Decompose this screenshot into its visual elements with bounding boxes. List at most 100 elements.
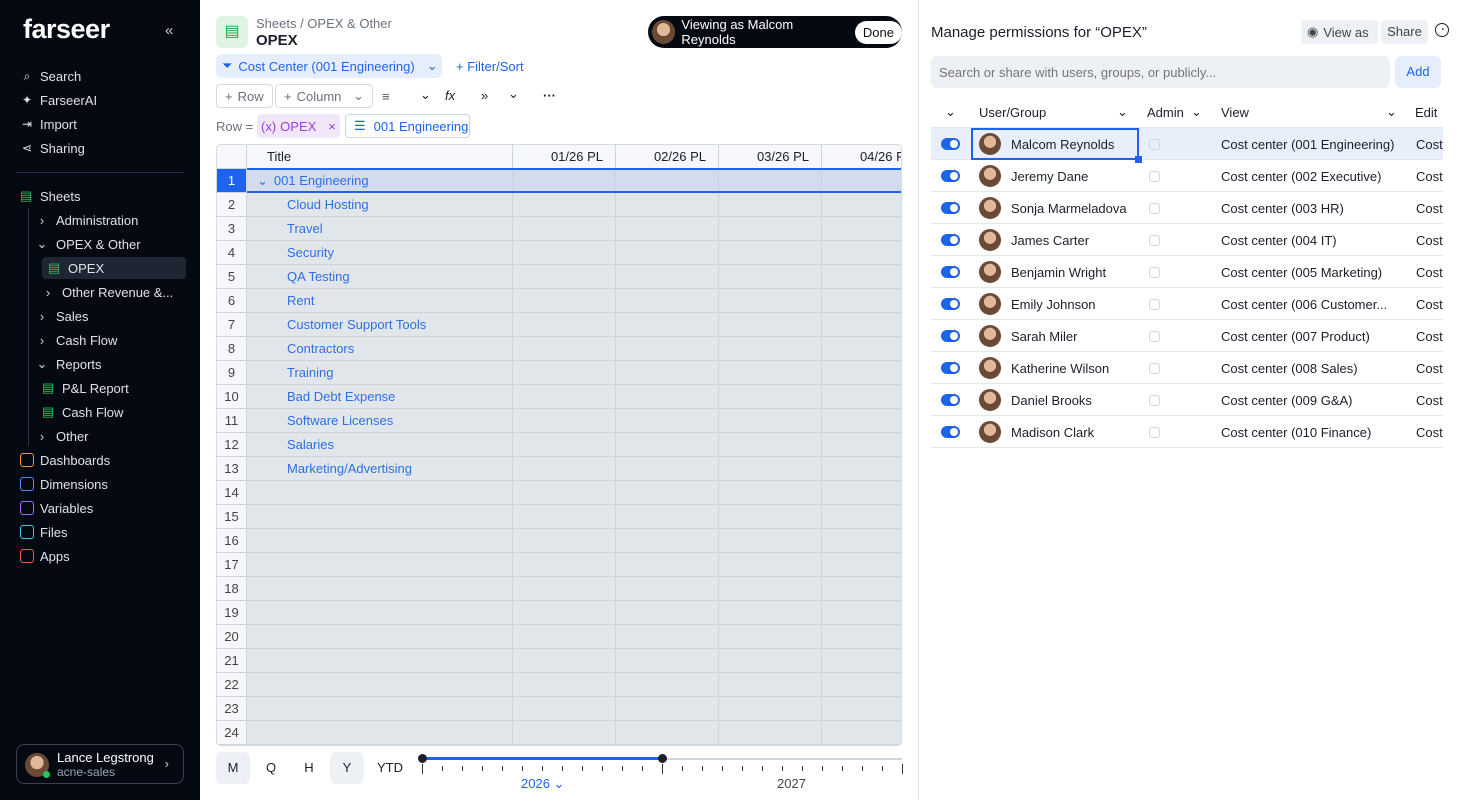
view-permission[interactable]: Cost center (004 IT) (1221, 233, 1337, 248)
value-cell[interactable] (616, 313, 719, 337)
expand-down-icon[interactable]: ⌄ (508, 86, 519, 102)
title-cell[interactable]: Software Licenses (247, 409, 513, 433)
value-cell[interactable] (822, 433, 901, 457)
column-header-user[interactable]: User/Group (979, 105, 1046, 120)
value-cell[interactable] (822, 193, 901, 217)
value-cell[interactable] (719, 193, 822, 217)
table-row[interactable]: 22 (217, 673, 901, 697)
value-cell[interactable] (513, 433, 616, 457)
value-cell[interactable] (719, 721, 822, 745)
title-cell[interactable]: Customer Support Tools (247, 313, 513, 337)
tree-item[interactable]: ▤ OPEX (42, 257, 186, 279)
table-row[interactable]: 6 Rent (217, 289, 901, 313)
value-cell[interactable] (513, 625, 616, 649)
tree-item[interactable]: › Other (36, 425, 89, 447)
range-end-handle[interactable] (658, 754, 667, 763)
title-cell[interactable] (247, 673, 513, 697)
title-cell[interactable] (247, 481, 513, 505)
value-cell[interactable] (719, 625, 822, 649)
value-cell[interactable] (616, 673, 719, 697)
enabled-toggle[interactable] (941, 394, 960, 406)
value-cell[interactable] (616, 697, 719, 721)
value-cell[interactable] (616, 289, 719, 313)
value-cell[interactable] (719, 529, 822, 553)
value-cell[interactable] (719, 337, 822, 361)
permission-row[interactable]: Malcom Reynolds Cost center (001 Engineer… (931, 128, 1443, 163)
admin-checkbox[interactable] (1149, 395, 1160, 406)
chevron-down-icon[interactable]: ⌄ (1117, 104, 1128, 120)
permission-row[interactable]: Sonja Marmeladova Cost center (003 HR) Cos… (931, 192, 1443, 224)
remove-icon[interactable]: × (328, 119, 336, 134)
column-header[interactable]: 03/26 PL (719, 145, 822, 169)
title-cell[interactable] (247, 625, 513, 649)
table-row[interactable]: 10 Bad Debt Expense (217, 385, 901, 409)
more-button[interactable]: ··· (543, 88, 556, 103)
value-cell[interactable] (513, 409, 616, 433)
share-search-input[interactable] (931, 56, 1390, 88)
done-button[interactable]: Done (854, 20, 902, 44)
year-2026-select[interactable]: 2026 ⌄ (521, 776, 564, 792)
title-cell[interactable] (247, 505, 513, 529)
title-cell[interactable] (247, 553, 513, 577)
permission-row[interactable]: Katherine Wilson Cost center (008 Sales) C… (931, 352, 1443, 384)
value-cell[interactable] (616, 553, 719, 577)
table-row[interactable]: 21 (217, 649, 901, 673)
value-cell[interactable] (513, 193, 616, 217)
edit-permission[interactable]: Cost (1416, 329, 1443, 344)
title-cell[interactable] (247, 529, 513, 553)
chevron-down-icon[interactable]: ⌄ (1386, 104, 1397, 120)
period-q-button[interactable]: Q (254, 752, 288, 784)
value-cell[interactable] (616, 241, 719, 265)
admin-checkbox[interactable] (1149, 203, 1160, 214)
column-header[interactable]: 02/26 PL (616, 145, 719, 169)
sidebar-item-dimensions[interactable]: Dimensions (20, 474, 108, 494)
value-cell[interactable] (616, 337, 719, 361)
title-cell[interactable]: Rent (247, 289, 513, 313)
edit-permission[interactable]: Cost (1416, 297, 1443, 312)
value-cell[interactable] (822, 505, 901, 529)
tree-item[interactable]: ▤ Sheets (20, 185, 80, 207)
row-number[interactable]: 11 (217, 409, 247, 433)
variable-chip-opex[interactable]: (x) OPEX × (257, 114, 340, 138)
value-cell[interactable] (719, 313, 822, 337)
value-cell[interactable] (513, 721, 616, 745)
edit-permission[interactable]: Cost (1416, 265, 1443, 280)
row-number[interactable]: 5 (217, 265, 247, 289)
value-cell[interactable] (822, 577, 901, 601)
value-cell[interactable] (616, 529, 719, 553)
value-cell[interactable] (719, 649, 822, 673)
value-cell[interactable] (616, 457, 719, 481)
value-cell[interactable] (719, 433, 822, 457)
tree-item[interactable]: › Sales (36, 305, 89, 327)
admin-checkbox[interactable] (1149, 267, 1160, 278)
row-number[interactable]: 22 (217, 673, 247, 697)
title-cell[interactable]: Contractors (247, 337, 513, 361)
title-cell[interactable]: QA Testing (247, 265, 513, 289)
column-header-edit[interactable]: Edit (1415, 105, 1437, 120)
value-cell[interactable] (822, 697, 901, 721)
value-cell[interactable] (719, 697, 822, 721)
row-number[interactable]: 16 (217, 529, 247, 553)
period-h-button[interactable]: H (292, 752, 326, 784)
period-y-button[interactable]: Y (330, 752, 364, 784)
row-number[interactable]: 7 (217, 313, 247, 337)
admin-checkbox[interactable] (1149, 363, 1160, 374)
value-cell[interactable] (513, 217, 616, 241)
value-cell[interactable] (719, 409, 822, 433)
value-cell[interactable] (513, 385, 616, 409)
sidebar-item-dashboards[interactable]: Dashboards (20, 450, 110, 470)
value-cell[interactable] (513, 577, 616, 601)
value-cell[interactable] (822, 721, 901, 745)
value-cell[interactable] (822, 529, 901, 553)
value-cell[interactable] (513, 337, 616, 361)
edit-permission[interactable]: Cost (1416, 425, 1443, 440)
chevron-down-icon[interactable]: ⌄ (420, 87, 431, 103)
enabled-toggle[interactable] (941, 202, 960, 214)
view-permission[interactable]: Cost center (007 Product) (1221, 329, 1370, 344)
value-cell[interactable] (822, 241, 901, 265)
title-cell[interactable] (247, 697, 513, 721)
column-header-view[interactable]: View (1221, 105, 1249, 120)
view-as-button[interactable]: ◉ View as (1301, 20, 1378, 44)
admin-checkbox[interactable] (1149, 427, 1160, 438)
edit-permission[interactable]: Cost (1416, 393, 1443, 408)
